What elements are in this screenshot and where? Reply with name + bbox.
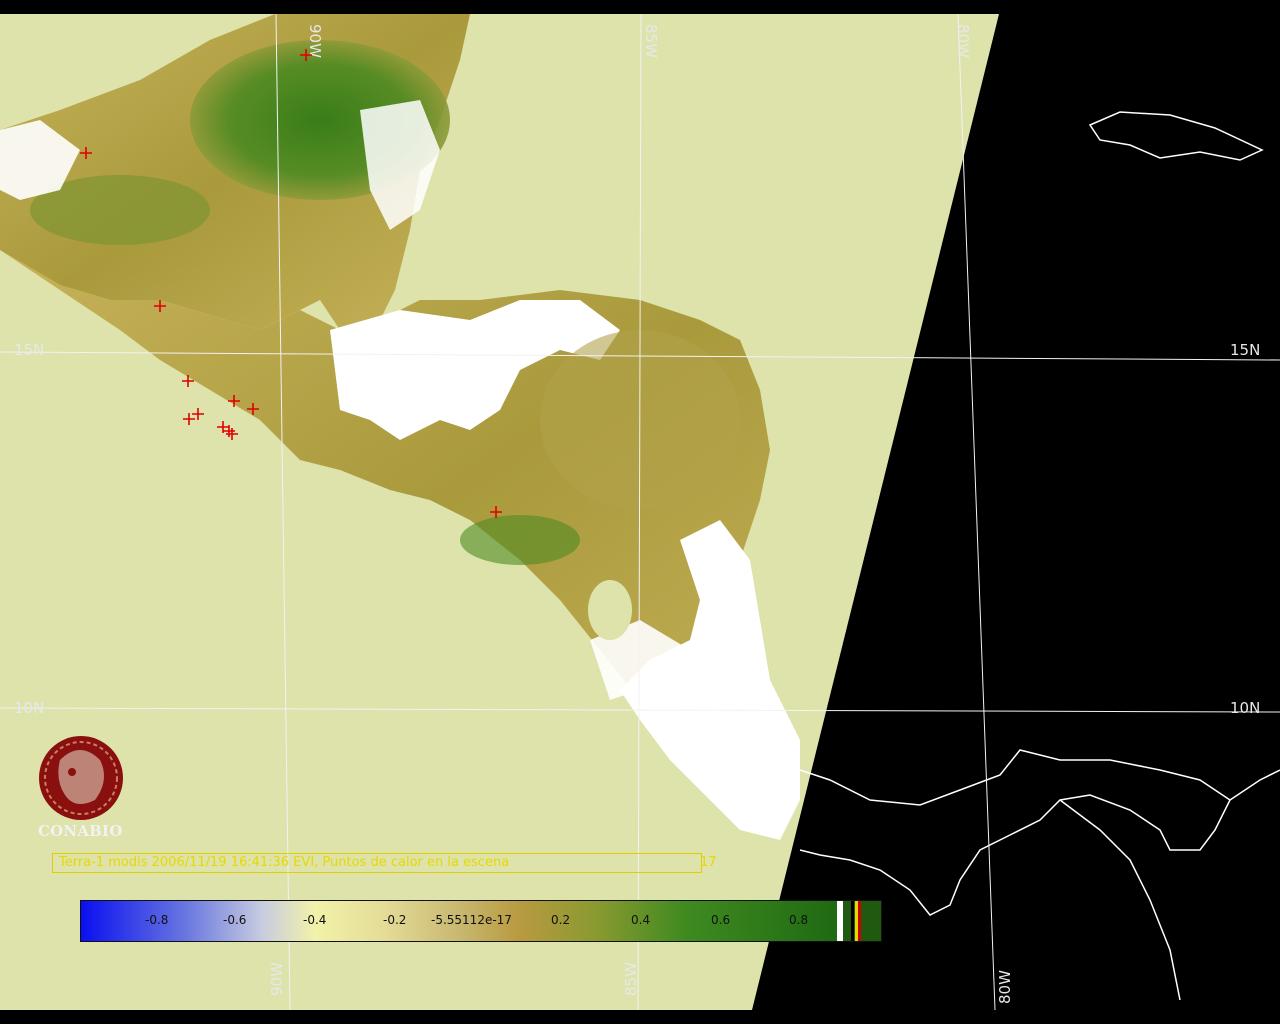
colorbar-tick: 0.6 bbox=[711, 913, 731, 927]
colorbar-tick: -0.2 bbox=[383, 913, 407, 927]
label-90w-top: 90W bbox=[306, 24, 324, 58]
evi-colorbar: -0.8 -0.6 -0.4 -0.2 -5.55112e-17 0.2 0.4… bbox=[80, 900, 882, 942]
label-15n-right: 15N bbox=[1230, 341, 1260, 359]
label-80w-bottom: 80W bbox=[996, 970, 1014, 1004]
label-90w-bottom: 90W bbox=[268, 962, 286, 996]
colorbar-tick: -0.8 bbox=[145, 913, 169, 927]
colorbar-tick: -5.55112e-17 bbox=[431, 913, 512, 927]
lake-nicaragua bbox=[588, 580, 632, 640]
colorbar-stripe-red bbox=[858, 901, 861, 941]
colorbar-tick: 0.8 bbox=[789, 913, 809, 927]
label-15n-left: 15N bbox=[14, 341, 44, 359]
veg-nicaragua-coast bbox=[460, 515, 580, 565]
label-85w-top: 85W bbox=[642, 24, 660, 58]
hotspot-count: 17 bbox=[700, 855, 717, 870]
scene-caption-text: Terra-1 modis 2006/11/19 16:41:36 EVI, P… bbox=[59, 855, 510, 870]
colorbar-cloud-swatch bbox=[837, 901, 843, 941]
colorbar-tick: 0.4 bbox=[631, 913, 651, 927]
label-10n-left: 10N bbox=[14, 699, 44, 717]
label-85w-bottom: 85W bbox=[622, 962, 640, 996]
colorbar-tick: -0.4 bbox=[303, 913, 327, 927]
conabio-wordmark: CONABIO bbox=[38, 822, 123, 840]
conabio-macaw-logo bbox=[39, 736, 123, 820]
colorbar-tick: -0.6 bbox=[223, 913, 247, 927]
colorbar-tick: 0.2 bbox=[551, 913, 571, 927]
label-10n-right: 10N bbox=[1230, 699, 1260, 717]
label-80w-top: 80W bbox=[954, 24, 972, 58]
scene-caption: Terra-1 modis 2006/11/19 16:41:36 EVI, P… bbox=[52, 853, 702, 873]
colorbar-stripe-black bbox=[851, 901, 854, 941]
